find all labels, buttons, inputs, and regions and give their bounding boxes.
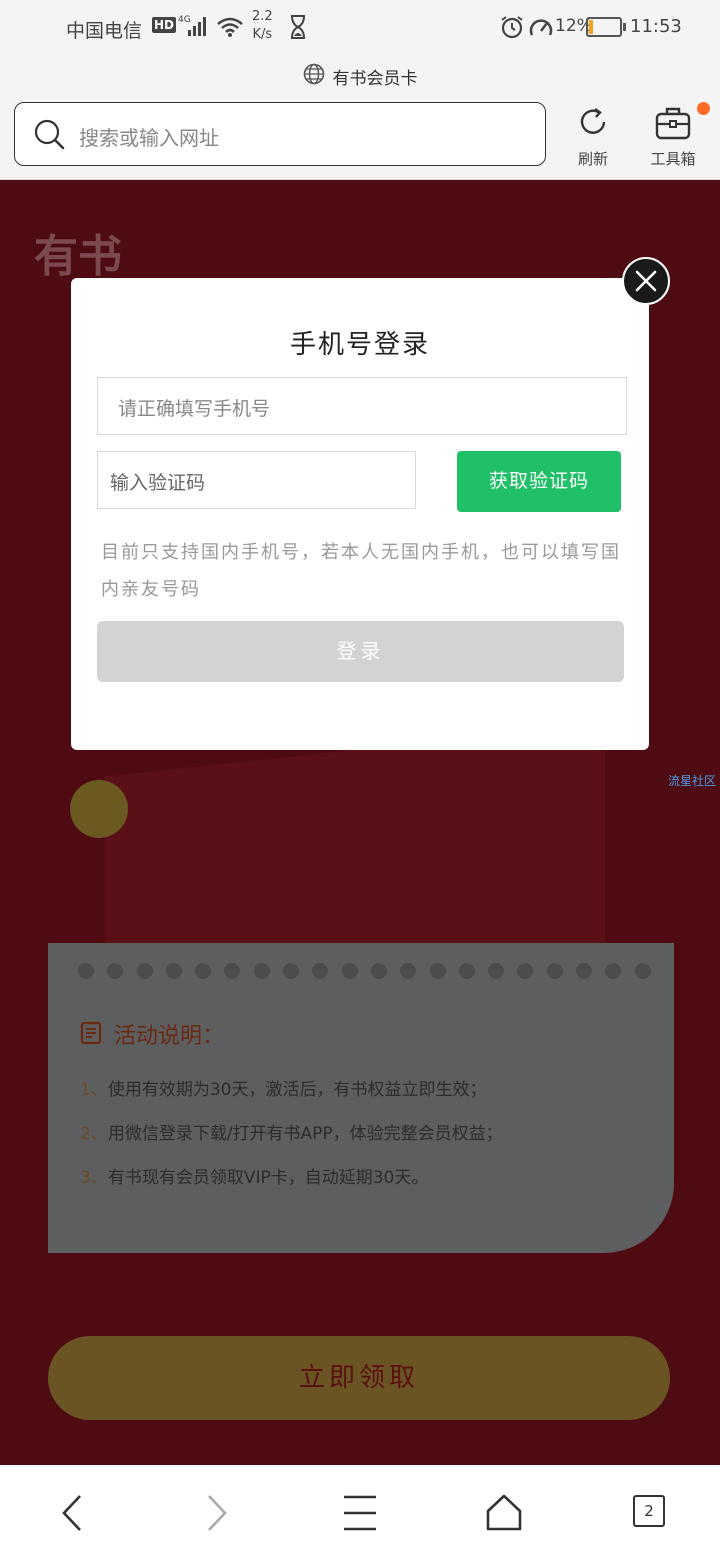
signal-icon: 4G bbox=[178, 14, 210, 42]
activity-text: 有书现有会员领取VIP卡，自动延期30天。 bbox=[107, 1168, 429, 1188]
close-dialog-button[interactable] bbox=[622, 257, 670, 305]
brand-logo: 有书 bbox=[34, 231, 122, 282]
side-community-link[interactable]: 流星社区 bbox=[668, 772, 716, 789]
data-saver-icon bbox=[528, 15, 554, 43]
page-title-bar: 有书会员卡 bbox=[0, 56, 720, 96]
close-icon bbox=[624, 270, 668, 307]
back-arrow-icon bbox=[62, 1495, 81, 1531]
back-button[interactable] bbox=[58, 1493, 86, 1537]
verification-code-input[interactable]: 输入验证码 bbox=[97, 451, 416, 509]
forward-arrow-icon bbox=[208, 1495, 227, 1531]
clock: 11:53 bbox=[630, 16, 682, 37]
activity-text: 用微信登录下载/打开有书APP，体验完整会员权益； bbox=[107, 1124, 503, 1144]
status-bar: 中国电信 HD 4G 2.2 K/s 12% 11:53 bbox=[0, 0, 720, 56]
refresh-label: 刷新 bbox=[577, 150, 608, 168]
get-code-button[interactable]: 获取验证码 bbox=[457, 451, 621, 512]
card-perforation bbox=[78, 963, 651, 979]
carrier-label: 中国电信 bbox=[66, 20, 143, 42]
battery-cap bbox=[623, 23, 626, 31]
alarm-icon bbox=[500, 15, 524, 43]
toolbox-icon bbox=[654, 107, 692, 144]
hourglass-icon bbox=[289, 15, 307, 43]
forward-button[interactable] bbox=[203, 1493, 231, 1537]
globe-icon bbox=[303, 63, 325, 89]
activity-title: 活动说明： bbox=[114, 1024, 225, 1049]
toolbox-label: 工具箱 bbox=[650, 150, 696, 168]
network-type-label: 4G bbox=[178, 15, 191, 25]
battery-fill bbox=[589, 20, 593, 34]
search-icon bbox=[34, 119, 66, 155]
speed-unit: K/s bbox=[252, 27, 273, 42]
activity-number: 3、 bbox=[80, 1168, 108, 1188]
activity-number: 2、 bbox=[80, 1124, 108, 1144]
home-icon bbox=[486, 1494, 522, 1531]
address-search-input[interactable]: 搜索或输入网址 bbox=[14, 102, 546, 166]
activity-text: 使用有效期为30天，激活后，有书权益立即生效； bbox=[107, 1080, 487, 1100]
notification-dot bbox=[697, 102, 710, 115]
activity-item: 3、有书现有会员领取VIP卡，自动延期30天。 bbox=[80, 1163, 428, 1188]
phone-login-dialog: 手机号登录 请正确填写手机号 输入验证码 获取验证码 目前只支持国内手机号，若本… bbox=[71, 278, 649, 750]
network-speed: 2.2 K/s bbox=[252, 8, 273, 44]
phone-support-note: 目前只支持国内手机号，若本人无国内手机，也可以填写国内亲友号码 bbox=[101, 542, 621, 600]
toolbox-button[interactable]: 工具箱 bbox=[643, 104, 703, 169]
coin-illustration bbox=[70, 780, 128, 838]
battery-icon bbox=[586, 17, 622, 37]
bottom-navigation: 2 bbox=[0, 1465, 720, 1560]
speed-value: 2.2 bbox=[252, 9, 273, 24]
login-button[interactable]: 登录 bbox=[97, 621, 624, 682]
refresh-icon bbox=[575, 108, 611, 144]
activity-card: 活动说明： 1、使用有效期为30天，激活后，有书权益立即生效； 2、用微信登录下… bbox=[48, 943, 674, 1253]
tabs-button[interactable]: 2 bbox=[633, 1495, 665, 1527]
home-button[interactable] bbox=[485, 1493, 523, 1537]
dialog-title: 手机号登录 bbox=[289, 330, 430, 360]
search-placeholder: 搜索或输入网址 bbox=[79, 126, 219, 150]
code-placeholder: 输入验证码 bbox=[110, 472, 206, 494]
menu-icon bbox=[344, 1495, 376, 1531]
menu-button[interactable] bbox=[343, 1493, 377, 1537]
refresh-button[interactable]: 刷新 bbox=[563, 104, 623, 169]
hd-badge: HD bbox=[152, 17, 177, 33]
wifi-icon bbox=[216, 16, 244, 42]
page-title: 有书会员卡 bbox=[332, 68, 418, 89]
activity-item: 2、用微信登录下载/打开有书APP，体验完整会员权益； bbox=[80, 1119, 503, 1144]
claim-button[interactable]: 立即领取 bbox=[48, 1336, 670, 1420]
activity-item: 1、使用有效期为30天，激活后，有书权益立即生效； bbox=[80, 1075, 486, 1100]
phone-number-input[interactable]: 请正确填写手机号 bbox=[97, 377, 627, 435]
activity-number: 1、 bbox=[80, 1080, 108, 1100]
phone-placeholder: 请正确填写手机号 bbox=[118, 398, 271, 420]
document-icon bbox=[80, 1021, 102, 1049]
